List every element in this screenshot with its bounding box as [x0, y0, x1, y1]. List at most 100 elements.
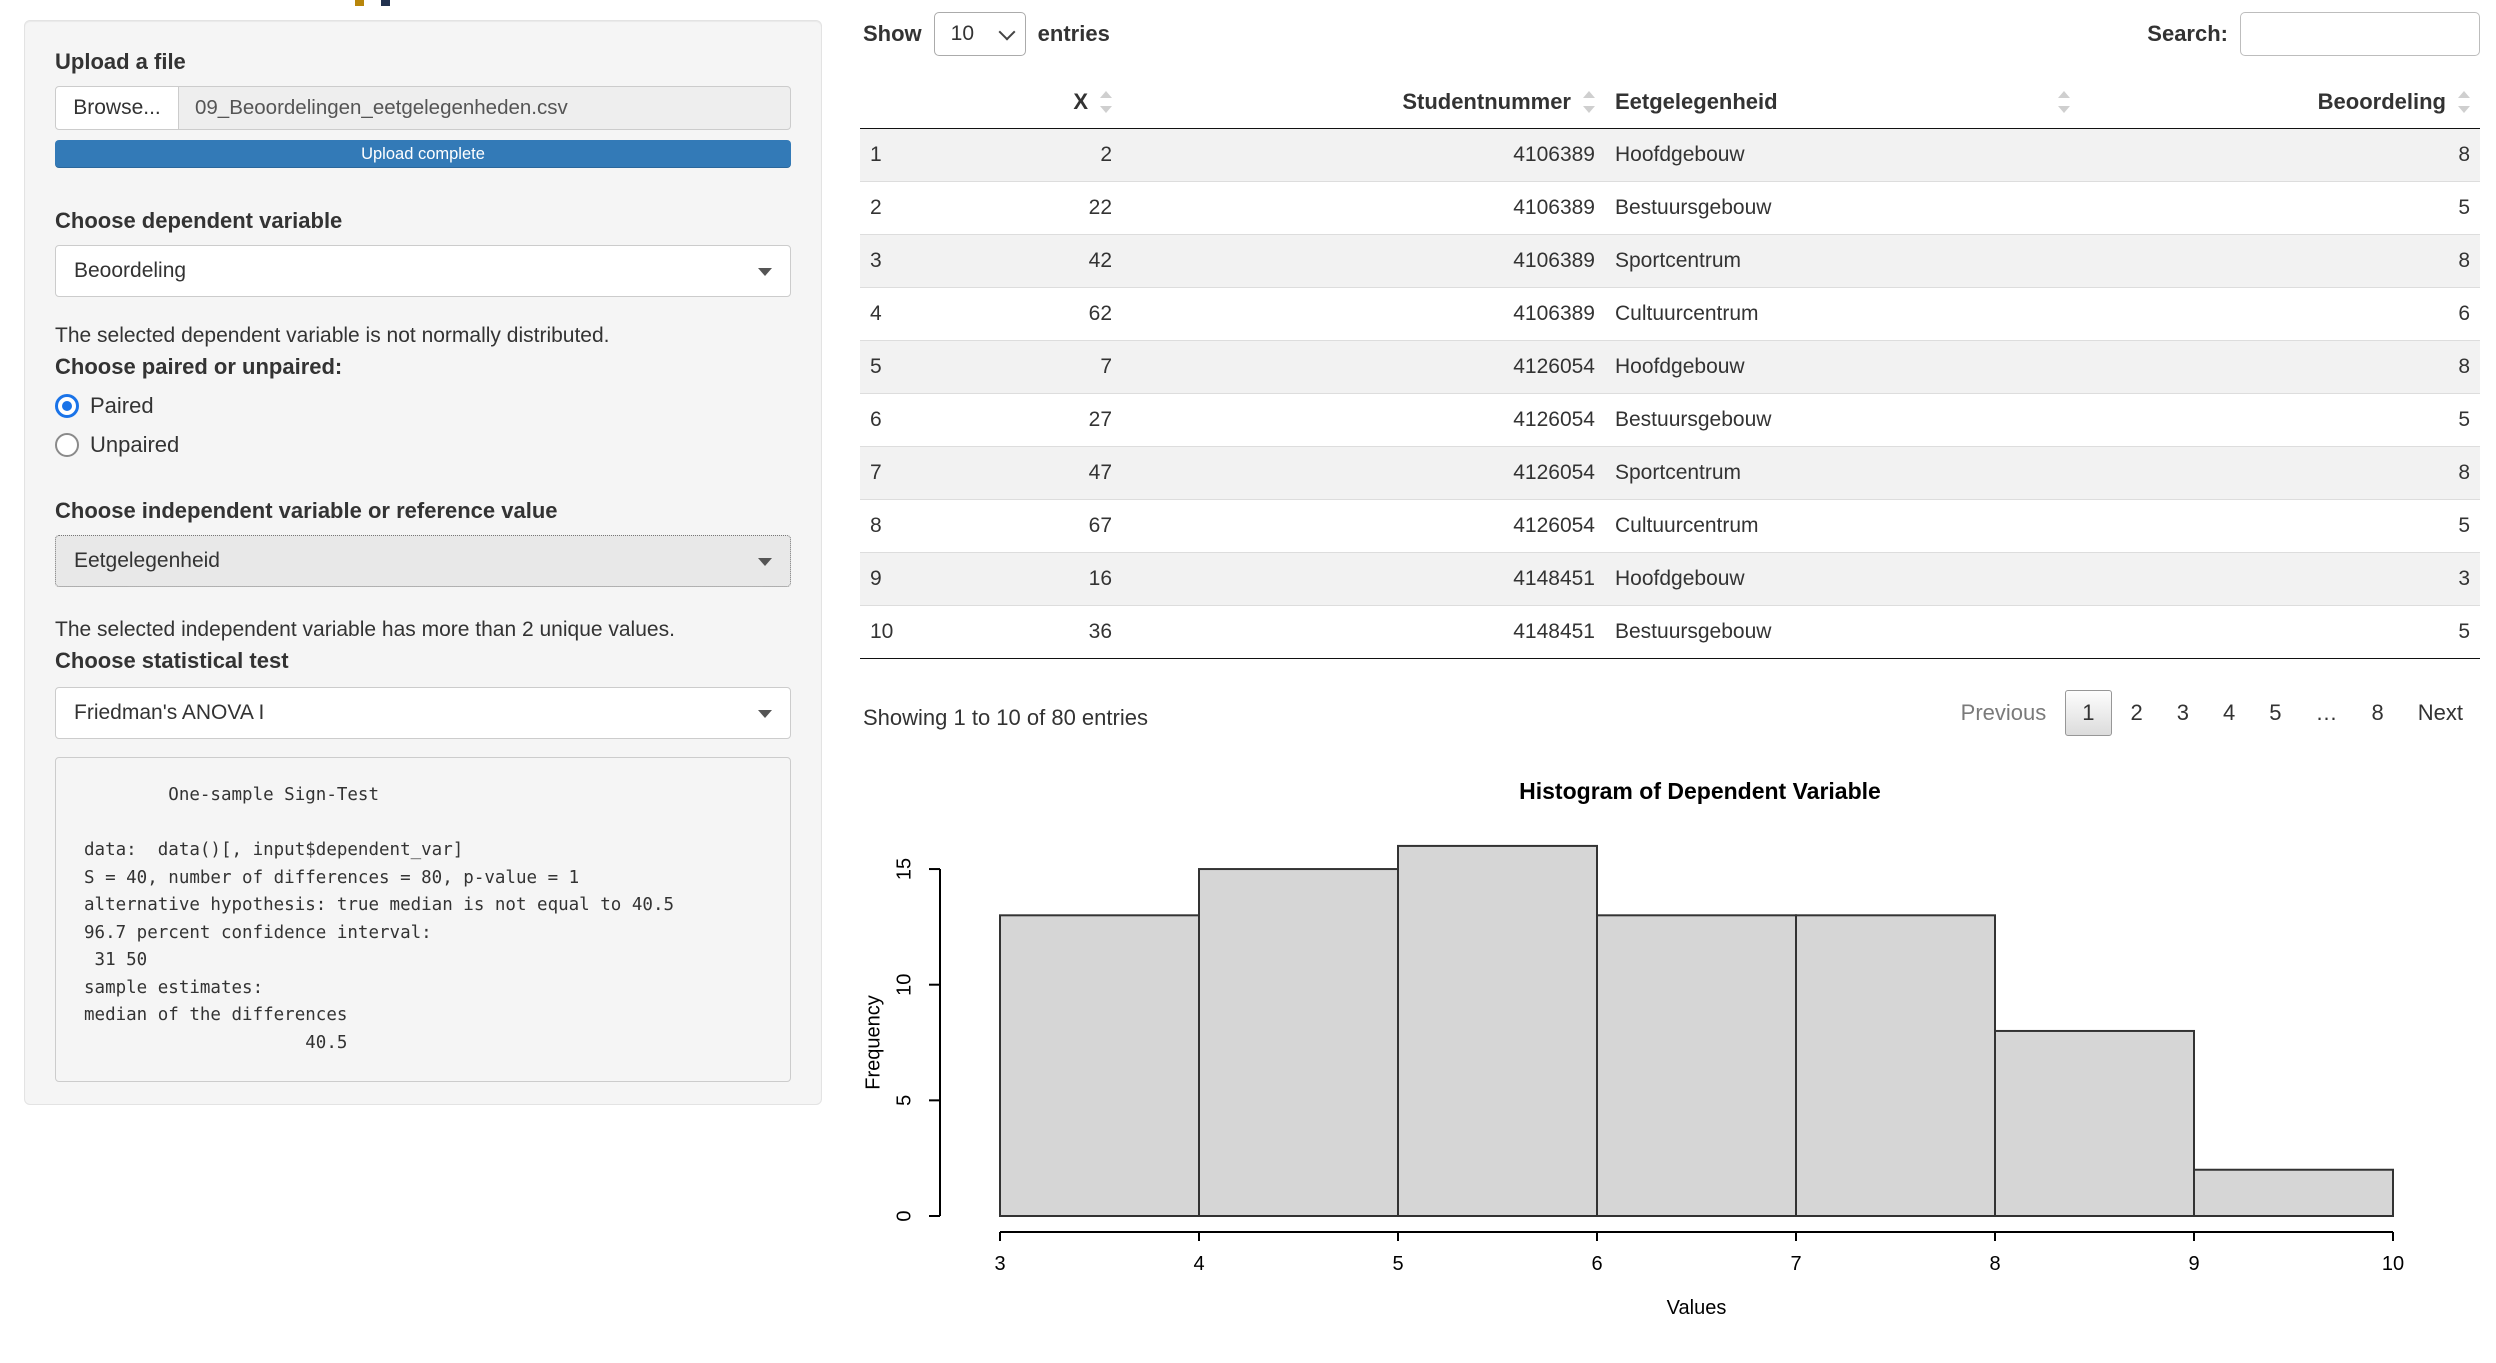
table-info: Showing 1 to 10 of 80 entries — [863, 705, 1148, 731]
x-tick-label: 6 — [1591, 1253, 1602, 1275]
chevron-down-icon — [758, 558, 772, 566]
table-row[interactable]: 4624106389Cultuurcentrum6 — [860, 288, 2480, 341]
statistical-test-value: Friedman's ANOVA I — [74, 701, 264, 725]
table-cell: 36 — [925, 606, 1122, 659]
clipped-title-fragment — [381, 0, 390, 6]
dependent-variable-value: Beoordeling — [74, 259, 186, 283]
page-button-8[interactable]: 8 — [2357, 690, 2399, 736]
table-cell: 8 — [860, 500, 925, 553]
table-cell: 5 — [2080, 606, 2480, 659]
unique-values-note: The selected independent variable has mo… — [55, 617, 791, 642]
table-row[interactable]: 2224106389Bestuursgebouw5 — [860, 182, 2480, 235]
independent-variable-select[interactable]: Eetgelegenheid — [55, 535, 791, 587]
table-row[interactable]: 10364148451Bestuursgebouw5 — [860, 606, 2480, 659]
histogram-bar — [1597, 915, 1796, 1216]
table-cell: 47 — [925, 447, 1122, 500]
search-control: Search: — [2147, 10, 2480, 58]
paired-radio-group: Paired Unpaired — [55, 393, 791, 458]
pagination-ellipsis: … — [2301, 690, 2353, 736]
file-input-group: Browse... 09_Beoordelingen_eetgelegenhed… — [55, 86, 791, 130]
previous-button[interactable]: Previous — [1946, 690, 2062, 736]
page-button-3[interactable]: 3 — [2162, 690, 2204, 736]
radio-label: Paired — [90, 393, 154, 419]
table-row[interactable]: 9164148451Hoofdgebouw3 — [860, 553, 2480, 606]
table-row[interactable]: 7474126054Sportcentrum8 — [860, 447, 2480, 500]
page-button-4[interactable]: 4 — [2208, 690, 2250, 736]
search-input[interactable] — [2240, 12, 2480, 56]
table-cell: 8 — [2080, 129, 2480, 182]
column-header-label: Studentnummer — [1402, 89, 1571, 114]
chevron-down-icon — [758, 268, 772, 276]
upload-file-label: Upload a file — [55, 49, 791, 74]
clipped-title-fragment — [355, 0, 364, 6]
table-cell: Sportcentrum — [1605, 235, 2080, 288]
y-axis-label: Frequency — [862, 995, 884, 1090]
table-cell: Hoofdgebouw — [1605, 341, 2080, 394]
histogram-bar — [2194, 1170, 2393, 1216]
column-header-studentnummer[interactable]: Studentnummer — [1122, 76, 1605, 129]
filename-field: 09_Beoordelingen_eetgelegenheden.csv — [179, 86, 791, 130]
x-tick-label: 8 — [1989, 1253, 2000, 1275]
table-row[interactable]: 124106389Hoofdgebouw8 — [860, 129, 2480, 182]
table-row[interactable]: 6274126054Bestuursgebouw5 — [860, 394, 2480, 447]
table-cell: 6 — [2080, 288, 2480, 341]
table-cell: 3 — [860, 235, 925, 288]
table-cell: Sportcentrum — [1605, 447, 2080, 500]
sort-icon[interactable] — [1100, 91, 1112, 113]
table-row[interactable]: 574126054Hoofdgebouw8 — [860, 341, 2480, 394]
radio-icon[interactable] — [55, 433, 79, 457]
radio-option-unpaired[interactable]: Unpaired — [55, 432, 791, 458]
dependent-variable-label: Choose dependent variable — [55, 208, 791, 233]
table-cell: 9 — [860, 553, 925, 606]
table-cell: 1 — [860, 129, 925, 182]
column-header-label: Beoordeling — [2318, 89, 2446, 114]
table-cell: 3 — [2080, 553, 2480, 606]
page-length-control: Show 10 entries — [863, 10, 1110, 58]
statistical-test-label: Choose statistical test — [55, 648, 791, 673]
page-button-1[interactable]: 1 — [2065, 690, 2111, 736]
table-cell: Hoofdgebouw — [1605, 553, 2080, 606]
table-cell: 4126054 — [1122, 394, 1605, 447]
page-length-select[interactable]: 10 — [934, 12, 1026, 56]
show-label: Show — [863, 21, 922, 47]
radio-icon[interactable] — [55, 394, 79, 418]
sort-icon[interactable] — [2458, 91, 2470, 113]
column-header-eetgelegenheid[interactable]: Eetgelegenheid — [1605, 76, 2080, 129]
sort-icon[interactable] — [1583, 91, 1595, 113]
upload-progress-bar: Upload complete — [55, 140, 791, 168]
sort-icon[interactable] — [2058, 91, 2070, 113]
dependent-variable-select[interactable]: Beoordeling — [55, 245, 791, 297]
table-cell: 4126054 — [1122, 447, 1605, 500]
chevron-down-icon — [758, 710, 772, 718]
statistical-test-select[interactable]: Friedman's ANOVA I — [55, 687, 791, 739]
page-button-2[interactable]: 2 — [2116, 690, 2158, 736]
radio-label: Unpaired — [90, 432, 179, 458]
browse-button[interactable]: Browse... — [55, 86, 179, 130]
table-row[interactable]: 3424106389Sportcentrum8 — [860, 235, 2480, 288]
table-controls: Show 10 entries Search: — [860, 10, 2480, 60]
data-table: XStudentnummerEetgelegenheidBeoordeling … — [860, 76, 2480, 659]
radio-option-paired[interactable]: Paired — [55, 393, 791, 419]
column-header-x[interactable]: X — [925, 76, 1122, 129]
table-cell: 22 — [925, 182, 1122, 235]
y-tick-label: 10 — [893, 974, 915, 996]
table-cell: 4126054 — [1122, 341, 1605, 394]
column-header-label: X — [1073, 89, 1088, 114]
histogram-bar — [1398, 846, 1597, 1216]
column-header-label: Eetgelegenheid — [1615, 89, 1778, 114]
table-cell: 4106389 — [1122, 235, 1605, 288]
y-tick-label: 0 — [893, 1210, 915, 1221]
independent-variable-label: Choose independent variable or reference… — [55, 498, 791, 523]
test-output: One-sample Sign-Test data: data()[, inpu… — [55, 757, 791, 1082]
column-header-beoordeling[interactable]: Beoordeling — [2080, 76, 2480, 129]
table-header: X Studentnummer Eetgelegenheid Beoordeling — [860, 76, 2480, 129]
table-cell: 27 — [925, 394, 1122, 447]
page-button-5[interactable]: 5 — [2254, 690, 2296, 736]
table-cell: 4126054 — [1122, 500, 1605, 553]
table-row[interactable]: 8674126054Cultuurcentrum5 — [860, 500, 2480, 553]
table-cell: 4106389 — [1122, 182, 1605, 235]
app-canvas: Upload a file Browse... 09_Beoordelingen… — [0, 0, 2496, 1363]
table-cell: Bestuursgebouw — [1605, 394, 2080, 447]
next-button[interactable]: Next — [2403, 690, 2478, 736]
table-cell: 67 — [925, 500, 1122, 553]
